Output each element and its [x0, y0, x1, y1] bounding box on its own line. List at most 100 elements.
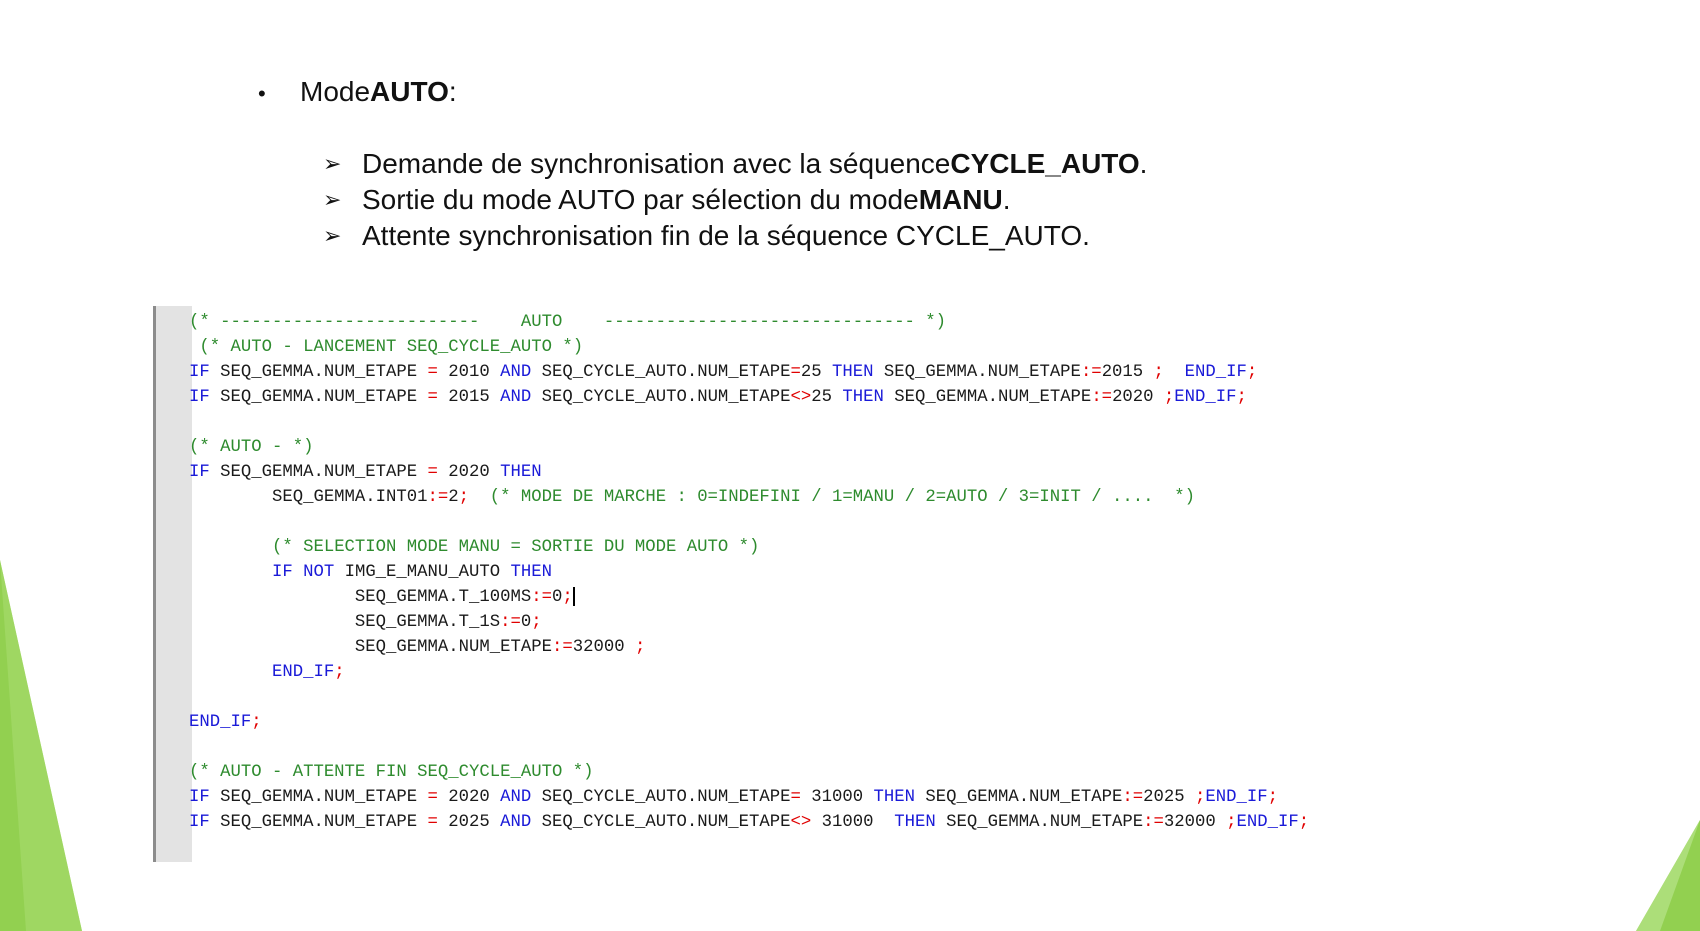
- code-operator: :=: [500, 613, 521, 632]
- code-keyword: END_IF: [271, 663, 335, 682]
- code-keyword: IF: [189, 363, 210, 382]
- code-comment: (* AUTO - LANCEMENT SEQ_CYCLE_AUTO *): [189, 338, 584, 357]
- code-line: IF NOT IMG_E_MANU_AUTO THEN: [189, 560, 1309, 585]
- code-operator: =: [427, 788, 438, 807]
- arrowhead-bullet-icon: ➢: [323, 187, 342, 212]
- code-keyword: IF: [189, 788, 210, 807]
- code-operator: ;: [562, 588, 573, 607]
- code-text: SEQ_GEMMA.NUM_ETAPE: [209, 813, 428, 832]
- code-text: 2: [448, 488, 459, 507]
- code-text: 0: [551, 588, 563, 607]
- bullet-suffix: :: [448, 76, 457, 107]
- code-keyword: AND: [500, 388, 532, 407]
- sub-bullet-text: Attente synchronisation fin de la séquen…: [362, 220, 1090, 251]
- code-line: IF SEQ_GEMMA.NUM_ETAPE = 2010 AND SEQ_CY…: [189, 360, 1309, 385]
- sub-bullet-bold: MANU: [918, 184, 1003, 215]
- code-keyword: IF NOT: [271, 563, 335, 582]
- code-keyword: THEN: [500, 463, 542, 482]
- code-operator: =: [427, 363, 438, 382]
- code-line: (* AUTO - LANCEMENT SEQ_CYCLE_AUTO *): [189, 335, 1309, 360]
- code-comment: (* ------------------------- AUTO ------…: [189, 313, 947, 332]
- code-operator: :=: [1143, 813, 1164, 832]
- code-operator: :=: [1080, 363, 1102, 382]
- code-operator: =: [427, 813, 438, 832]
- code-keyword: END_IF: [1184, 363, 1247, 382]
- code-operator: <>: [790, 813, 812, 832]
- code-text: SEQ_GEMMA.NUM_ETAPE: [873, 363, 1081, 382]
- code-text: SEQ_GEMMA.INT01: [189, 488, 428, 507]
- code-keyword: IF: [189, 388, 210, 407]
- code-text: 32000: [1163, 813, 1227, 832]
- code-comment: (* SELECTION MODE MANU = SORTIE DU MODE …: [271, 538, 760, 557]
- bullet-mode-auto: • Mode AUTO :: [258, 76, 457, 108]
- code-text: SEQ_CYCLE_AUTO.NUM_ETAPE: [531, 813, 791, 832]
- sub-bullet-item: ➢ Sortie du mode AUTO par sélection du m…: [323, 182, 1147, 218]
- code-listing: (* ------------------------- AUTO ------…: [189, 310, 1309, 835]
- arrowhead-bullet-icon: ➢: [323, 223, 342, 248]
- code-keyword: AND: [500, 813, 532, 832]
- editor-gutter: [153, 306, 192, 862]
- code-text: 31000: [800, 788, 874, 807]
- code-operator: :=: [531, 588, 552, 607]
- code-text: 25: [800, 363, 833, 382]
- sub-bullet-item: ➢ Attente synchronisation fin de la séqu…: [323, 218, 1147, 254]
- code-operator: :=: [427, 488, 449, 507]
- code-text: 32000: [572, 638, 635, 657]
- code-keyword: THEN: [832, 363, 874, 382]
- code-line: SEQ_GEMMA.NUM_ETAPE:=32000 ;: [189, 635, 1309, 660]
- code-text: SEQ_GEMMA.NUM_ETAPE: [189, 638, 552, 657]
- code-keyword: END_IF: [1174, 388, 1237, 407]
- code-line: IF SEQ_GEMMA.NUM_ETAPE = 2020 AND SEQ_CY…: [189, 785, 1309, 810]
- code-operator: ;: [1267, 788, 1278, 807]
- code-operator: =: [790, 788, 801, 807]
- code-line: END_IF;: [189, 710, 1309, 735]
- code-text: SEQ_GEMMA.NUM_ETAPE: [209, 363, 428, 382]
- code-line: IF SEQ_GEMMA.NUM_ETAPE = 2025 AND SEQ_CY…: [189, 810, 1309, 835]
- code-line: IF SEQ_GEMMA.NUM_ETAPE = 2015 AND SEQ_CY…: [189, 385, 1309, 410]
- code-operator: ;: [334, 663, 345, 682]
- code-text: SEQ_CYCLE_AUTO.NUM_ETAPE: [531, 363, 791, 382]
- code-keyword: AND: [500, 363, 532, 382]
- code-line: IF SEQ_GEMMA.NUM_ETAPE = 2020 THEN: [189, 460, 1309, 485]
- code-operator: ;: [1298, 813, 1310, 832]
- code-keyword: THEN: [510, 563, 552, 582]
- code-operator: ;: [1153, 363, 1164, 382]
- code-keyword: END_IF: [189, 713, 252, 732]
- bullet-bold: AUTO: [370, 76, 449, 107]
- text-cursor: [572, 586, 575, 606]
- code-line: (* AUTO - *): [189, 435, 1309, 460]
- code-keyword: END_IF: [1205, 788, 1268, 807]
- code-operator: ;: [1163, 388, 1175, 407]
- code-operator: ;: [531, 613, 542, 632]
- code-keyword: IF: [189, 463, 210, 482]
- code-operator: ;: [1236, 388, 1247, 407]
- sub-bullet-item: ➢ Demande de synchronisation avec la séq…: [323, 146, 1147, 182]
- sub-bullet-after: .: [1139, 148, 1148, 179]
- code-comment: (* AUTO - ATTENTE FIN SEQ_CYCLE_AUTO *): [189, 763, 594, 782]
- code-text: SEQ_GEMMA.NUM_ETAPE: [914, 788, 1123, 807]
- code-line: SEQ_GEMMA.T_1S:=0;: [189, 610, 1309, 635]
- code-text: 2020: [1112, 388, 1164, 407]
- code-operator: :=: [1122, 788, 1144, 807]
- code-text: 31000: [811, 813, 895, 832]
- code-operator: =: [427, 388, 438, 407]
- code-editor-screenshot: (* ------------------------- AUTO ------…: [153, 306, 1577, 862]
- code-keyword: IF: [189, 813, 210, 832]
- code-operator: ;: [251, 713, 262, 732]
- code-keyword: END_IF: [1236, 813, 1299, 832]
- code-text: SEQ_GEMMA.NUM_ETAPE: [209, 463, 428, 482]
- code-keyword: THEN: [894, 813, 936, 832]
- code-operator: ;: [1246, 363, 1258, 382]
- code-text: SEQ_GEMMA.NUM_ETAPE: [209, 388, 428, 407]
- code-line: END_IF;: [189, 660, 1309, 685]
- code-text: SEQ_GEMMA.T_1S: [189, 613, 501, 632]
- code-text: 2010: [437, 363, 501, 382]
- code-text: 2020: [437, 463, 501, 482]
- code-text: SEQ_CYCLE_AUTO.NUM_ETAPE: [531, 788, 791, 807]
